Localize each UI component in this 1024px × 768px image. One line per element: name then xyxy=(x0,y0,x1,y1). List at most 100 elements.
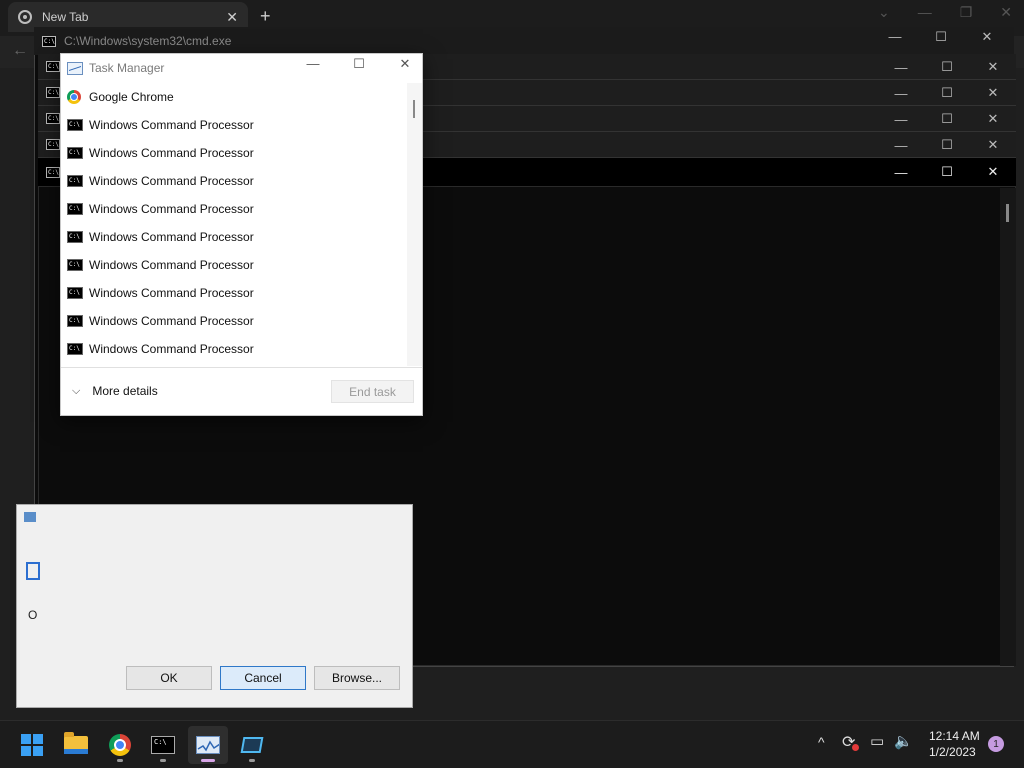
cmd-icon: C:\ xyxy=(67,147,83,159)
cmd-icon: C:\ xyxy=(67,119,83,131)
task-manager-title: Task Manager xyxy=(89,61,165,75)
start-button[interactable] xyxy=(12,726,52,764)
maximize-button[interactable]: ☐ xyxy=(924,164,970,180)
process-row-cmd[interactable]: C:\ Windows Command Processor xyxy=(61,223,407,251)
taskbar-cmd[interactable]: C:\ xyxy=(143,726,183,764)
process-name: Windows Command Processor xyxy=(89,174,254,188)
file-explorer-icon xyxy=(64,732,88,754)
sync-alert-dot xyxy=(852,744,859,751)
process-row-cmd[interactable]: C:\ Windows Command Processor xyxy=(61,335,407,363)
close-button[interactable]: ✕ xyxy=(970,137,1016,153)
minimize-button[interactable]: — xyxy=(878,165,924,180)
chrome-icon xyxy=(109,734,131,756)
taskbar-app[interactable] xyxy=(232,726,272,764)
process-name: Windows Command Processor xyxy=(89,230,254,244)
process-list-scrollbar[interactable] xyxy=(407,83,422,366)
cancel-button[interactable]: Cancel xyxy=(220,666,306,690)
taskbar-chrome[interactable] xyxy=(100,726,140,764)
minimize-button[interactable]: — xyxy=(878,138,924,153)
process-row-cmd[interactable]: C:\ Windows Command Processor xyxy=(61,251,407,279)
cmd-icon: C:\ xyxy=(46,61,60,72)
process-row-cmd[interactable]: C:\ Windows Command Processor xyxy=(61,111,407,139)
run-dialog-icon xyxy=(26,562,40,580)
minimize-button[interactable]: — xyxy=(872,29,918,45)
run-dialog-open-label: O xyxy=(28,608,38,622)
process-row-cmd[interactable]: C:\ Windows Command Processor xyxy=(61,279,407,307)
volume-icon[interactable]: 🔈 xyxy=(894,732,913,750)
clock-time[interactable]: 12:14 AM xyxy=(929,729,980,743)
chrome-tab-label: New Tab xyxy=(42,10,89,24)
process-row-cmd[interactable]: C:\ Windows Command Processor xyxy=(61,139,407,167)
end-task-button[interactable]: End task xyxy=(331,380,414,403)
minimize-button[interactable]: — xyxy=(290,56,336,72)
taskbar-task-manager[interactable] xyxy=(188,726,228,764)
cmd-icon: C:\ xyxy=(46,113,60,124)
browse-button[interactable]: Browse... xyxy=(314,666,400,690)
run-dialog-title-icon xyxy=(24,512,36,522)
task-manager-window-controls: — ☐ ✕ xyxy=(290,56,428,72)
maximize-button[interactable]: ☐ xyxy=(924,111,970,127)
process-row-google-chrome[interactable]: Google Chrome xyxy=(61,83,407,111)
cmd-window-controls: — ☐ ✕ xyxy=(872,29,1010,45)
chrome-tab-icon xyxy=(18,10,32,24)
chrome-tab-close-icon[interactable]: ✕ xyxy=(226,9,238,26)
minimize-button[interactable]: — xyxy=(878,60,924,75)
minimize-button[interactable]: — xyxy=(878,86,924,101)
cmd-icon: C:\ xyxy=(151,736,175,754)
cmd-icon: C:\ xyxy=(42,35,56,47)
process-name: Google Chrome xyxy=(89,90,174,104)
cmd-icon: C:\ xyxy=(46,139,60,150)
process-list: Google Chrome C:\ Windows Command Proces… xyxy=(61,83,407,366)
minimize-button[interactable]: — xyxy=(878,112,924,127)
network-icon[interactable]: ▭ xyxy=(870,732,884,750)
close-button[interactable]: ✕ xyxy=(970,59,1016,75)
cmd-icon: C:\ xyxy=(67,231,83,243)
chrome-close-button[interactable]: ✕ xyxy=(1000,4,1012,21)
close-button[interactable]: ✕ xyxy=(970,85,1016,101)
process-name: Windows Command Processor xyxy=(89,118,254,132)
show-hidden-icons-chevron-icon[interactable]: ^ xyxy=(818,734,825,750)
maximize-button[interactable]: ☐ xyxy=(918,29,964,45)
close-button[interactable]: ✕ xyxy=(970,164,1016,180)
close-button[interactable]: ✕ xyxy=(964,29,1010,45)
close-button[interactable]: ✕ xyxy=(382,56,428,72)
close-button[interactable]: ✕ xyxy=(970,111,1016,127)
chrome-minimize-button[interactable]: — xyxy=(918,4,932,21)
process-row-cmd[interactable]: C:\ Windows Command Processor xyxy=(61,195,407,223)
cmd-window-title: C:\Windows\system32\cmd.exe xyxy=(64,34,232,48)
chrome-new-tab-button[interactable]: + xyxy=(260,6,271,27)
chrome-window-controls: ⌄ — ❐ ✕ xyxy=(878,4,1012,21)
cmd-window-titlebar[interactable]: C:\ C:\Windows\system32\cmd.exe xyxy=(34,27,1014,55)
process-name: Windows Command Processor xyxy=(89,314,254,328)
notification-badge[interactable]: 1 xyxy=(988,736,1004,752)
cmd-icon: C:\ xyxy=(46,166,60,178)
app-icon xyxy=(240,737,264,753)
chrome-tab-search-icon[interactable]: ⌄ xyxy=(878,4,890,21)
ok-button[interactable]: OK xyxy=(126,666,212,690)
cmd-icon: C:\ xyxy=(67,259,83,271)
cmd-icon: C:\ xyxy=(67,175,83,187)
chrome-icon xyxy=(67,90,81,104)
running-indicator xyxy=(249,759,255,762)
cmd-scrollbar-thumb[interactable] xyxy=(1006,204,1009,222)
cmd-scrollbar[interactable] xyxy=(1000,188,1016,666)
process-row-cmd[interactable]: C:\ Windows Command Processor xyxy=(61,167,407,195)
back-arrow-icon[interactable]: ← xyxy=(12,42,28,60)
task-manager-icon xyxy=(67,61,83,75)
task-manager-icon xyxy=(196,736,220,754)
maximize-button[interactable]: ☐ xyxy=(924,85,970,101)
process-list-scrollbar-thumb[interactable] xyxy=(413,100,415,118)
process-row-cmd[interactable]: C:\ Windows Command Processor xyxy=(61,307,407,335)
taskbar-file-explorer[interactable] xyxy=(56,726,96,764)
cmd-icon: C:\ xyxy=(67,315,83,327)
chrome-restore-button[interactable]: ❐ xyxy=(960,4,973,21)
process-name: Windows Command Processor xyxy=(89,202,254,216)
maximize-button[interactable]: ☐ xyxy=(924,59,970,75)
more-details-label: More details xyxy=(92,384,158,398)
clock-date[interactable]: 1/2/2023 xyxy=(929,745,976,759)
maximize-button[interactable]: ☐ xyxy=(924,137,970,153)
process-name: Windows Command Processor xyxy=(89,258,254,272)
maximize-button[interactable]: ☐ xyxy=(336,56,382,72)
more-details-button[interactable]: ⌵ More details xyxy=(72,384,158,398)
active-indicator xyxy=(201,759,215,762)
